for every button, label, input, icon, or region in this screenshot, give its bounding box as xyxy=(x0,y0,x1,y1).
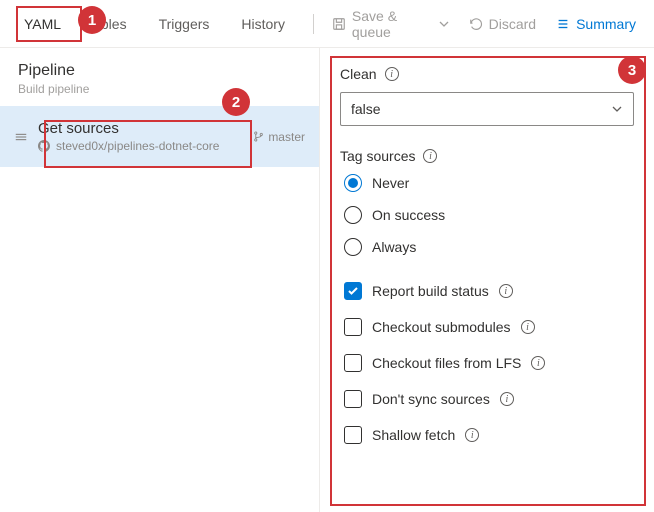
pipeline-header[interactable]: Pipeline Build pipeline xyxy=(0,48,319,106)
tab-triggers[interactable]: Triggers xyxy=(145,4,224,44)
discard-button[interactable]: Discard xyxy=(461,10,544,38)
github-icon xyxy=(38,140,50,152)
check-checkout-lfs[interactable]: Checkout files from LFS i xyxy=(344,354,634,372)
chevron-down-icon xyxy=(611,103,623,115)
get-sources-repo: steved0x/pipelines-dotnet-core xyxy=(56,139,219,153)
checkbox-indicator xyxy=(344,354,362,372)
checkbox-indicator xyxy=(344,390,362,408)
summary-button[interactable]: Summary xyxy=(548,10,644,38)
save-queue-button[interactable]: Save & queue xyxy=(324,2,457,46)
save-queue-label: Save & queue xyxy=(352,8,433,40)
check-label: Don't sync sources xyxy=(372,391,490,407)
save-icon xyxy=(332,17,346,31)
checkbox-indicator xyxy=(344,318,362,336)
check-label: Checkout files from LFS xyxy=(372,355,521,371)
check-dont-sync-sources[interactable]: Don't sync sources i xyxy=(344,390,634,408)
check-checkout-submodules[interactable]: Checkout submodules i xyxy=(344,318,634,336)
info-icon[interactable]: i xyxy=(385,67,399,81)
branch-name: master xyxy=(268,130,305,144)
clean-value: false xyxy=(351,101,381,117)
info-icon[interactable]: i xyxy=(521,320,535,334)
radio-label: Always xyxy=(372,239,416,255)
tab-history[interactable]: History xyxy=(227,4,299,44)
tab-yaml[interactable]: YAML xyxy=(10,4,75,44)
radio-label: On success xyxy=(372,207,445,223)
check-label: Shallow fetch xyxy=(372,427,455,443)
radio-on-success[interactable]: On success xyxy=(344,206,634,224)
radio-indicator xyxy=(344,238,362,256)
left-pane: Pipeline Build pipeline Get sources stev… xyxy=(0,48,320,512)
radio-label: Never xyxy=(372,175,409,191)
toolbar-divider xyxy=(313,14,314,34)
options-check-group: Report build status i Checkout submodule… xyxy=(340,282,634,444)
check-label: Report build status xyxy=(372,283,489,299)
branch-icon xyxy=(253,131,264,142)
callout-badge-1: 1 xyxy=(78,6,106,34)
tag-sources-radio-group: Never On success Always xyxy=(340,174,634,256)
check-label: Checkout submodules xyxy=(372,319,511,335)
checkbox-indicator xyxy=(344,426,362,444)
info-icon[interactable]: i xyxy=(531,356,545,370)
right-pane: Clean i false Tag sources i Never On suc… xyxy=(320,48,654,512)
drag-handle-icon xyxy=(14,130,28,144)
list-icon xyxy=(556,17,570,31)
callout-badge-3: 3 xyxy=(618,56,646,84)
get-sources-item[interactable]: Get sources steved0x/pipelines-dotnet-co… xyxy=(0,106,319,167)
clean-select[interactable]: false xyxy=(340,92,634,126)
branch-indicator: master xyxy=(253,130,305,144)
undo-icon xyxy=(469,17,483,31)
tag-sources-label: Tag sources xyxy=(340,148,415,164)
summary-label: Summary xyxy=(576,16,636,32)
callout-badge-2: 2 xyxy=(222,88,250,116)
radio-indicator xyxy=(344,174,362,192)
info-icon[interactable]: i xyxy=(423,149,437,163)
discard-label: Discard xyxy=(489,16,536,32)
radio-indicator xyxy=(344,206,362,224)
pipeline-title: Pipeline xyxy=(18,62,301,80)
check-report-build-status[interactable]: Report build status i xyxy=(344,282,634,300)
info-icon[interactable]: i xyxy=(499,284,513,298)
radio-never[interactable]: Never xyxy=(344,174,634,192)
checkbox-indicator xyxy=(344,282,362,300)
radio-always[interactable]: Always xyxy=(344,238,634,256)
info-icon[interactable]: i xyxy=(500,392,514,406)
pipeline-subtitle: Build pipeline xyxy=(18,82,301,96)
clean-label-row: Clean i xyxy=(340,66,634,82)
info-icon[interactable]: i xyxy=(465,428,479,442)
check-shallow-fetch[interactable]: Shallow fetch i xyxy=(344,426,634,444)
chevron-down-icon xyxy=(439,19,449,29)
tag-sources-label-row: Tag sources i xyxy=(340,148,634,164)
get-sources-title: Get sources xyxy=(38,120,243,137)
clean-label: Clean xyxy=(340,66,377,82)
